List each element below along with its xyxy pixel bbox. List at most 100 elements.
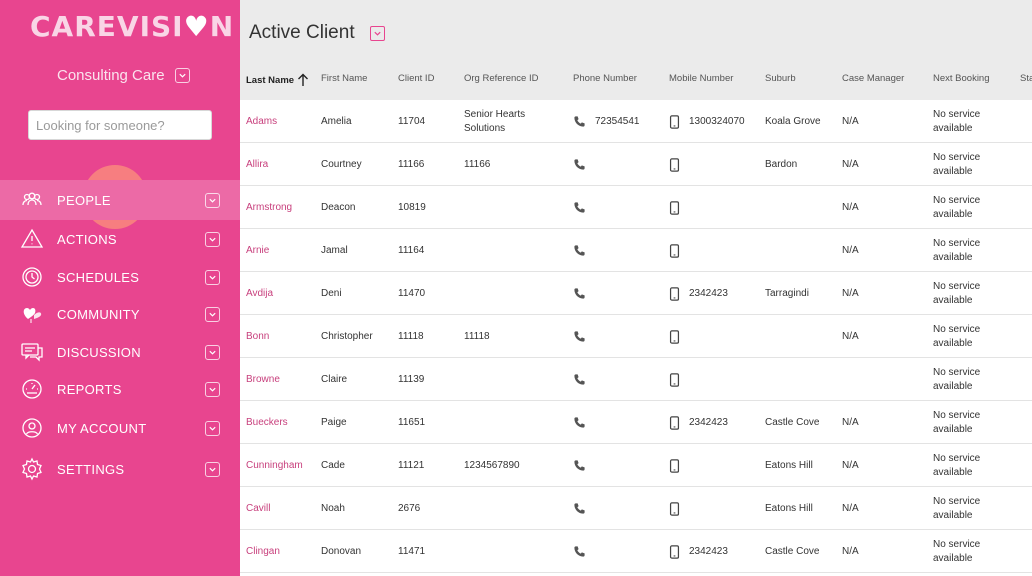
phone-number bbox=[573, 401, 595, 444]
table-row[interactable]: Armstrong Deacon 10819 N/A No service availa… bbox=[240, 186, 1032, 229]
phone-icon[interactable] bbox=[573, 373, 586, 386]
client-last-name-link[interactable]: Avdija bbox=[246, 272, 273, 315]
column-header-next-booking[interactable]: Next Booking bbox=[933, 73, 990, 84]
phone-icon[interactable] bbox=[573, 459, 586, 472]
gauge-icon bbox=[20, 377, 44, 401]
column-header-last-name[interactable]: Last Name bbox=[246, 73, 309, 87]
client-last-name-link[interactable]: Cavill bbox=[246, 487, 270, 530]
mobile-number-value: 2342423 bbox=[689, 287, 728, 299]
column-header-sta[interactable]: Sta bbox=[1020, 73, 1032, 84]
case-manager: N/A bbox=[842, 115, 859, 127]
case-manager: N/A bbox=[842, 158, 859, 170]
mobile-icon[interactable] bbox=[669, 200, 680, 215]
phone-icon[interactable] bbox=[573, 545, 586, 558]
client-last-name-link[interactable]: Arnie bbox=[246, 229, 269, 272]
table-row[interactable]: Browne Claire 11139 No service available bbox=[240, 358, 1032, 401]
chevron-down-icon[interactable] bbox=[205, 231, 220, 247]
column-header-case-manager[interactable]: Case Manager bbox=[842, 73, 904, 84]
client-last-name-link[interactable]: Armstrong bbox=[246, 186, 292, 229]
sidebar-item-label: PEOPLE bbox=[57, 192, 111, 208]
client-last-name-link[interactable]: Cunningham bbox=[246, 444, 303, 487]
mobile-icon[interactable] bbox=[669, 544, 680, 559]
sidebar-item-settings[interactable]: SETTINGS bbox=[0, 450, 240, 488]
case-manager: N/A bbox=[842, 201, 859, 213]
sidebar-item-reports[interactable]: REPORTS bbox=[0, 370, 240, 408]
column-header-first-name[interactable]: First Name bbox=[321, 73, 367, 84]
logo[interactable]: CAREVISI♥N bbox=[30, 10, 234, 43]
column-header-org-reference-id[interactable]: Org Reference ID bbox=[464, 73, 538, 84]
table-row[interactable]: Avdija Deni 11470 2342423 Tarragindi N/A No se… bbox=[240, 272, 1032, 315]
client-first-name: Donovan bbox=[321, 545, 362, 557]
view-dropdown-toggle[interactable] bbox=[370, 26, 385, 41]
column-header-label: Next Booking bbox=[933, 73, 990, 84]
client-last-name-link[interactable]: Clingan bbox=[246, 530, 280, 573]
mobile-number-value: 1300324070 bbox=[689, 115, 745, 127]
sidebar-item-label: SCHEDULES bbox=[57, 269, 140, 285]
phone-icon[interactable] bbox=[573, 158, 586, 171]
sort-ascending-icon[interactable] bbox=[297, 73, 309, 87]
column-header-mobile-number[interactable]: Mobile Number bbox=[669, 73, 733, 84]
phone-icon[interactable] bbox=[573, 115, 586, 128]
phone-icon[interactable] bbox=[573, 330, 586, 343]
mobile-icon[interactable] bbox=[669, 286, 680, 301]
phone-number bbox=[573, 487, 595, 530]
client-last-name-link[interactable]: Bonn bbox=[246, 315, 269, 358]
mobile-icon[interactable] bbox=[669, 415, 680, 430]
table-row[interactable]: Bueckers Paige 11651 2342423 Castle Cove N/A N… bbox=[240, 401, 1032, 444]
mobile-icon[interactable] bbox=[669, 114, 680, 129]
case-manager: N/A bbox=[842, 502, 859, 514]
mobile-icon[interactable] bbox=[669, 157, 680, 172]
chevron-down-icon[interactable] bbox=[205, 344, 220, 360]
sidebar-item-discussion[interactable]: DISCUSSION bbox=[0, 333, 240, 371]
phone-icon[interactable] bbox=[573, 244, 586, 257]
mobile-number: 2342423 bbox=[669, 401, 728, 444]
sidebar-item-schedules[interactable]: SCHEDULES bbox=[0, 258, 240, 296]
sidebar-item-my-account[interactable]: MY ACCOUNT bbox=[0, 409, 240, 447]
table-row[interactable]: Arnie Jamal 11164 N/A No service available bbox=[240, 229, 1032, 272]
phone-icon[interactable] bbox=[573, 287, 586, 300]
client-last-name-link[interactable]: Allira bbox=[246, 143, 268, 186]
column-header-phone-number[interactable]: Phone Number bbox=[573, 73, 637, 84]
org-reference-id bbox=[464, 487, 554, 530]
chevron-down-icon[interactable] bbox=[205, 461, 220, 477]
mobile-icon[interactable] bbox=[669, 372, 680, 387]
chevron-down-icon[interactable] bbox=[205, 381, 220, 397]
sidebar-item-people[interactable]: PEOPLE bbox=[0, 180, 240, 220]
chevron-down-icon[interactable] bbox=[205, 192, 220, 208]
search-input[interactable] bbox=[28, 110, 212, 140]
page-title: Active Client bbox=[249, 22, 355, 43]
org-name: Consulting Care bbox=[57, 67, 165, 84]
client-last-name-link[interactable]: Browne bbox=[246, 358, 280, 401]
org-reference-id bbox=[464, 530, 554, 573]
phone-icon[interactable] bbox=[573, 416, 586, 429]
client-last-name-link[interactable]: Adams bbox=[246, 100, 277, 143]
chevron-down-icon[interactable] bbox=[205, 420, 220, 436]
org-selector[interactable]: Consulting Care bbox=[57, 67, 190, 84]
mobile-icon[interactable] bbox=[669, 243, 680, 258]
org-reference-id: 1234567890 bbox=[464, 459, 520, 471]
table-row[interactable]: Bonn Christopher 11118 11118 N/A No service a… bbox=[240, 315, 1032, 358]
chevron-down-icon[interactable] bbox=[205, 269, 220, 285]
sidebar-item-community[interactable]: COMMUNITY bbox=[0, 295, 240, 333]
mobile-icon[interactable] bbox=[669, 329, 680, 344]
mobile-number bbox=[669, 229, 689, 272]
table-row[interactable]: Allira Courtney 11166 11166 Bardon N/A No serv… bbox=[240, 143, 1032, 186]
sidebar-item-actions[interactable]: ACTIONS bbox=[0, 220, 240, 258]
phone-icon[interactable] bbox=[573, 502, 586, 515]
table-row[interactable]: Clingan Donovan 11471 2342423 Castle Cove N/A… bbox=[240, 530, 1032, 573]
phone-icon[interactable] bbox=[573, 201, 586, 214]
column-header-label: Last Name bbox=[246, 74, 295, 86]
chevron-down-icon[interactable] bbox=[174, 68, 190, 83]
client-last-name-link[interactable]: Bueckers bbox=[246, 401, 288, 444]
suburb: Eatons Hill bbox=[765, 459, 813, 471]
chevron-down-icon[interactable] bbox=[205, 306, 220, 322]
column-header-suburb[interactable]: Suburb bbox=[765, 73, 796, 84]
phone-number bbox=[573, 143, 595, 186]
table-row[interactable]: Cavill Noah 2676 Eatons Hill N/A No service a… bbox=[240, 487, 1032, 530]
phone-number bbox=[573, 358, 595, 401]
column-header-client-id[interactable]: Client ID bbox=[398, 73, 434, 84]
mobile-icon[interactable] bbox=[669, 501, 680, 516]
table-row[interactable]: Adams Amelia 11704 Senior Hearts Solutions 7… bbox=[240, 100, 1032, 143]
table-row[interactable]: Cunningham Cade 11121 1234567890 Eatons Hill… bbox=[240, 444, 1032, 487]
mobile-icon[interactable] bbox=[669, 458, 680, 473]
